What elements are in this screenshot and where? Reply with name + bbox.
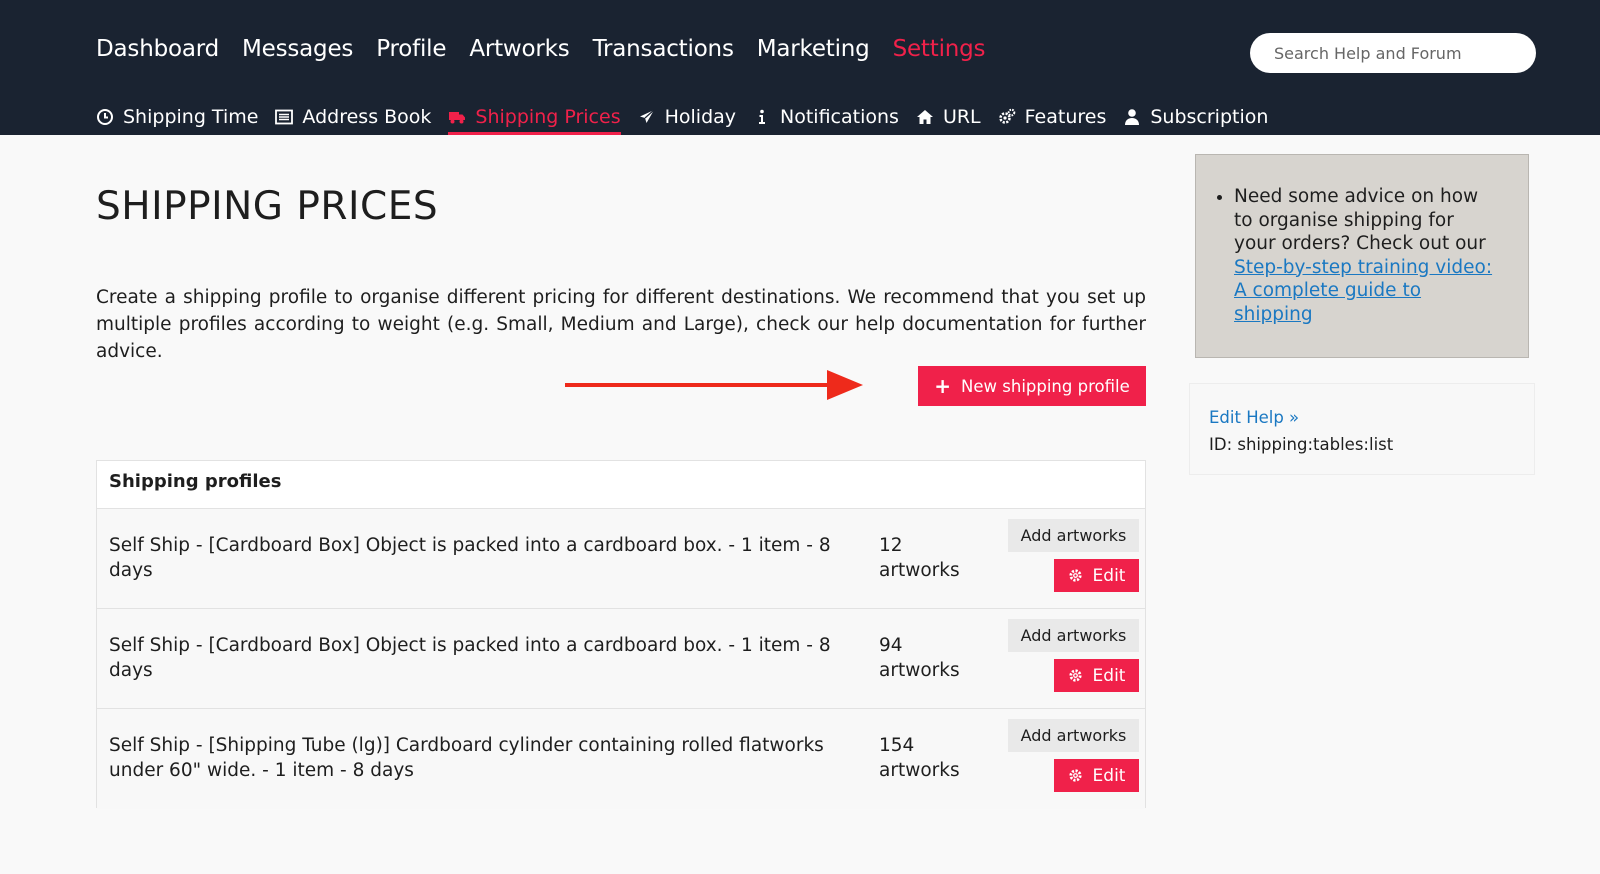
table-row: Self Ship - [Shipping Tube (lg)] Cardboa… bbox=[97, 709, 1145, 809]
main-nav: Dashboard Messages Profile Artworks Tran… bbox=[96, 36, 986, 62]
edit-button[interactable]: Edit bbox=[1054, 559, 1139, 592]
subnav-label: URL bbox=[942, 105, 981, 128]
help-box: Edit Help » ID: shipping:tables:list bbox=[1189, 383, 1535, 475]
nav-profile[interactable]: Profile bbox=[376, 36, 446, 62]
nav-transactions[interactable]: Transactions bbox=[593, 36, 734, 62]
subnav-subscription[interactable]: Subscription bbox=[1123, 98, 1268, 135]
gears-icon bbox=[998, 108, 1016, 126]
nav-messages[interactable]: Messages bbox=[242, 36, 353, 62]
add-artworks-button[interactable]: Add artworks bbox=[1008, 719, 1139, 752]
page-title: SHIPPING PRICES bbox=[96, 184, 439, 229]
gear-icon bbox=[1068, 569, 1082, 582]
address-book-icon bbox=[275, 108, 294, 126]
table-row: Self Ship - [Cardboard Box] Object is pa… bbox=[97, 609, 1145, 709]
search-input[interactable] bbox=[1250, 33, 1536, 73]
subnav-label: Holiday bbox=[664, 105, 737, 128]
plane-icon bbox=[638, 108, 656, 126]
subnav-notifications[interactable]: Notifications bbox=[753, 98, 899, 135]
subnav-url[interactable]: URL bbox=[916, 98, 981, 135]
subnav-shipping-time[interactable]: Shipping Time bbox=[96, 98, 258, 135]
profile-description: Self Ship - [Cardboard Box] Object is pa… bbox=[109, 635, 831, 681]
table-row: Self Ship - [Cardboard Box] Object is pa… bbox=[97, 509, 1145, 609]
count-unit: artworks bbox=[879, 760, 960, 781]
subnav-address-book[interactable]: Address Book bbox=[275, 98, 431, 135]
clock-icon bbox=[96, 108, 114, 126]
edit-button[interactable]: Edit bbox=[1054, 659, 1139, 692]
subnav-features[interactable]: Features bbox=[998, 98, 1107, 135]
training-video-link[interactable]: Step-by-step training video: A complete … bbox=[1234, 257, 1492, 325]
nav-marketing[interactable]: Marketing bbox=[757, 36, 870, 62]
nav-settings[interactable]: Settings bbox=[893, 36, 986, 62]
subnav-label: Shipping Time bbox=[123, 105, 259, 128]
count-value: 94 bbox=[879, 635, 903, 656]
count-unit: artworks bbox=[879, 560, 960, 581]
gear-icon bbox=[1068, 669, 1082, 682]
truck-icon bbox=[448, 108, 466, 126]
top-navigation-bar: Dashboard Messages Profile Artworks Tran… bbox=[0, 0, 1600, 135]
edit-button[interactable]: Edit bbox=[1054, 759, 1139, 792]
table-heading: Shipping profiles bbox=[97, 461, 1145, 509]
gear-icon bbox=[1068, 769, 1082, 782]
artwork-count: 94 artworks bbox=[879, 633, 989, 683]
plus-icon: + bbox=[934, 374, 952, 398]
help-id: ID: shipping:tables:list bbox=[1209, 435, 1394, 454]
edit-label: Edit bbox=[1092, 565, 1126, 586]
edit-label: Edit bbox=[1092, 665, 1126, 686]
profile-description: Self Ship - [Cardboard Box] Object is pa… bbox=[109, 535, 831, 581]
intro-text: Create a shipping profile to organise di… bbox=[96, 287, 1146, 362]
new-shipping-profile-label: New shipping profile bbox=[961, 376, 1130, 396]
subnav-label: Subscription bbox=[1150, 105, 1269, 128]
edit-help-link[interactable]: Edit Help » bbox=[1209, 408, 1299, 427]
subnav-shipping-prices[interactable]: Shipping Prices bbox=[448, 98, 621, 135]
user-icon bbox=[1123, 108, 1141, 126]
add-artworks-button[interactable]: Add artworks bbox=[1008, 519, 1139, 552]
subnav-label: Features bbox=[1024, 105, 1107, 128]
nav-dashboard[interactable]: Dashboard bbox=[96, 36, 219, 62]
count-unit: artworks bbox=[879, 660, 960, 681]
advice-text: Need some advice on how to organise ship… bbox=[1234, 186, 1486, 254]
count-value: 12 bbox=[879, 535, 903, 556]
profile-description: Self Ship - [Shipping Tube (lg)] Cardboa… bbox=[109, 735, 824, 781]
edit-label: Edit bbox=[1092, 765, 1126, 786]
home-icon bbox=[916, 108, 934, 126]
nav-artworks[interactable]: Artworks bbox=[469, 36, 569, 62]
advice-item: Need some advice on how to organise ship… bbox=[1234, 185, 1494, 326]
arrow-annotation-icon bbox=[565, 370, 863, 400]
artwork-count: 12 artworks bbox=[879, 533, 989, 583]
subnav-label: Address Book bbox=[302, 105, 432, 128]
info-icon bbox=[753, 108, 771, 126]
settings-subnav: Shipping Time Address Book Shipping Pric… bbox=[96, 98, 1268, 135]
count-value: 154 bbox=[879, 735, 915, 756]
new-shipping-profile-button[interactable]: + New shipping profile bbox=[918, 366, 1146, 406]
shipping-profiles-table: Shipping profiles Self Ship - [Cardboard… bbox=[96, 460, 1146, 809]
add-artworks-button[interactable]: Add artworks bbox=[1008, 619, 1139, 652]
subnav-label: Notifications bbox=[780, 105, 899, 128]
artwork-count: 154 artworks bbox=[879, 733, 989, 783]
subnav-label: Shipping Prices bbox=[475, 105, 621, 128]
advice-box: Need some advice on how to organise ship… bbox=[1195, 154, 1529, 358]
subnav-holiday[interactable]: Holiday bbox=[638, 98, 736, 135]
